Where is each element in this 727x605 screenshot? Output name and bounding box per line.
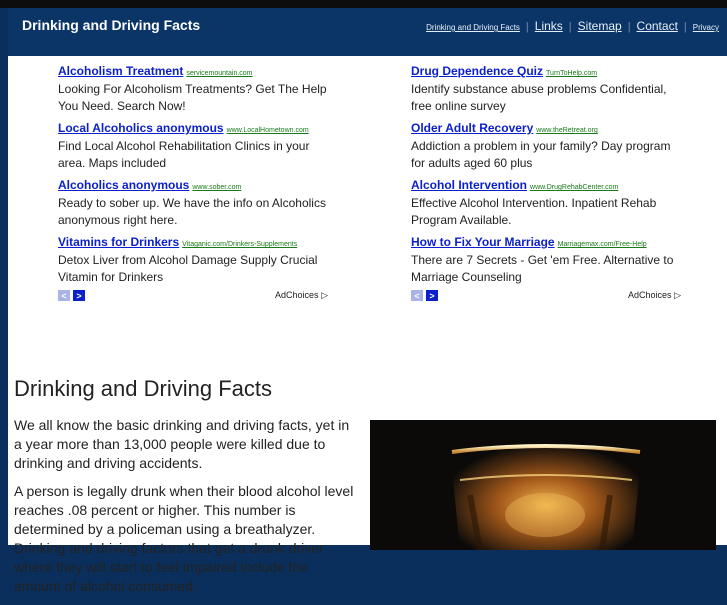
- ad-title-link[interactable]: Older Adult Recovery: [411, 121, 533, 135]
- ad-title-link[interactable]: How to Fix Your Marriage: [411, 235, 555, 249]
- chevron-left-icon[interactable]: <: [411, 290, 423, 301]
- adchoices-link[interactable]: AdChoices ▷: [275, 290, 328, 301]
- chevron-right-icon[interactable]: >: [73, 290, 85, 301]
- ad-description: Addiction a problem in your family? Day …: [411, 139, 671, 170]
- ad-title-link[interactable]: Vitamins for Drinkers: [58, 235, 179, 249]
- ad-item: Alcohol Intervention www.DrugRehabCenter.…: [411, 176, 681, 229]
- nav-separator: |: [568, 21, 572, 33]
- play-triangle-icon: ▷: [674, 290, 681, 300]
- nav-link-privacy[interactable]: Privacy: [693, 23, 719, 32]
- ad-url-link[interactable]: www.sober.com: [192, 184, 241, 191]
- chevron-right-icon[interactable]: >: [426, 290, 438, 301]
- nav-link-sitemap[interactable]: Sitemap: [578, 19, 622, 33]
- article-paragraph: A person is legally drunk when their blo…: [14, 483, 354, 594]
- ad-block-right: Drug Dependence Quiz TurnToHelp.com Ident…: [411, 62, 681, 304]
- whiskey-glass-image: [370, 420, 716, 550]
- nav-link-links[interactable]: Links: [535, 19, 563, 33]
- article-body: We all know the basic drinking and drivi…: [14, 416, 356, 605]
- chevron-left-icon[interactable]: <: [58, 290, 70, 301]
- ad-url-link[interactable]: TurnToHelp.com: [546, 70, 597, 77]
- nav-separator: |: [683, 21, 687, 33]
- top-strip: [0, 0, 727, 8]
- main-content: Alcoholism Treatment servicemountain.com …: [8, 56, 727, 594]
- site-title[interactable]: Drinking and Driving Facts: [22, 17, 200, 33]
- whiskey-glass-illustration: [370, 420, 716, 550]
- ad-item: Older Adult Recovery www.theRetreat.org A…: [411, 119, 681, 172]
- ad-description: Identify substance abuse problems Confid…: [411, 82, 667, 113]
- ad-title-link[interactable]: Alcoholism Treatment: [58, 64, 183, 78]
- nav-link-drinking-and-driving-facts[interactable]: Drinking and Driving Facts: [426, 23, 520, 32]
- ad-description: Effective Alcohol Intervention. Inpatien…: [411, 196, 657, 227]
- ad-title-link[interactable]: Alcoholics anonymous: [58, 178, 189, 192]
- ad-title-link[interactable]: Alcohol Intervention: [411, 178, 527, 192]
- ad-item: How to Fix Your Marriage Marriagemax.com/…: [411, 233, 681, 286]
- ad-description: Ready to sober up. We have the info on A…: [58, 196, 326, 227]
- nav-separator: |: [525, 21, 529, 33]
- nav-separator: |: [627, 21, 631, 33]
- ad-description: Looking For Alcoholism Treatments? Get T…: [58, 82, 327, 113]
- ad-footer: < > AdChoices ▷: [58, 290, 328, 304]
- ad-url-link[interactable]: servicemountain.com: [186, 70, 252, 77]
- ad-title-link[interactable]: Drug Dependence Quiz: [411, 64, 543, 78]
- ad-url-link[interactable]: www.LocalHometown.com: [227, 127, 309, 134]
- ad-title-link[interactable]: Local Alcoholics anonymous: [58, 121, 224, 135]
- adchoices-label: AdChoices: [275, 290, 319, 300]
- ad-item: Alcoholics anonymous www.sober.com Ready …: [58, 176, 328, 229]
- ad-description: Detox Liver from Alcohol Damage Supply C…: [58, 253, 318, 284]
- page-title: Drinking and Driving Facts: [14, 376, 272, 401]
- ad-url-link[interactable]: Vitaganic.com/Drinkers-Supplements: [182, 241, 297, 248]
- ad-description: Find Local Alcohol Rehabilitation Clinic…: [58, 139, 310, 170]
- article-paragraph: We all know the basic drinking and drivi…: [14, 417, 350, 471]
- site-header: Drinking and Driving Facts Drinking and …: [8, 8, 727, 56]
- ad-url-link[interactable]: www.DrugRehabCenter.com: [530, 184, 618, 191]
- ad-description: There are 7 Secrets - Get 'em Free. Alte…: [411, 253, 674, 284]
- ad-url-link[interactable]: www.theRetreat.org: [536, 127, 597, 134]
- ad-item: Local Alcoholics anonymous www.LocalHomet…: [58, 119, 328, 172]
- adchoices-label: AdChoices: [628, 290, 672, 300]
- ad-footer: < > AdChoices ▷: [411, 290, 681, 304]
- ad-block-left: Alcoholism Treatment servicemountain.com …: [58, 62, 328, 304]
- ad-item: Alcoholism Treatment servicemountain.com …: [58, 62, 328, 115]
- nav-link-contact[interactable]: Contact: [637, 19, 678, 33]
- adchoices-link[interactable]: AdChoices ▷: [628, 290, 681, 301]
- ad-item: Vitamins for Drinkers Vitaganic.com/Drink…: [58, 233, 328, 286]
- top-nav: Drinking and Driving Facts | Links | Sit…: [426, 19, 719, 33]
- ad-url-link[interactable]: Marriagemax.com/Free-Help: [558, 241, 647, 248]
- play-triangle-icon: ▷: [321, 290, 328, 300]
- ad-item: Drug Dependence Quiz TurnToHelp.com Ident…: [411, 62, 681, 115]
